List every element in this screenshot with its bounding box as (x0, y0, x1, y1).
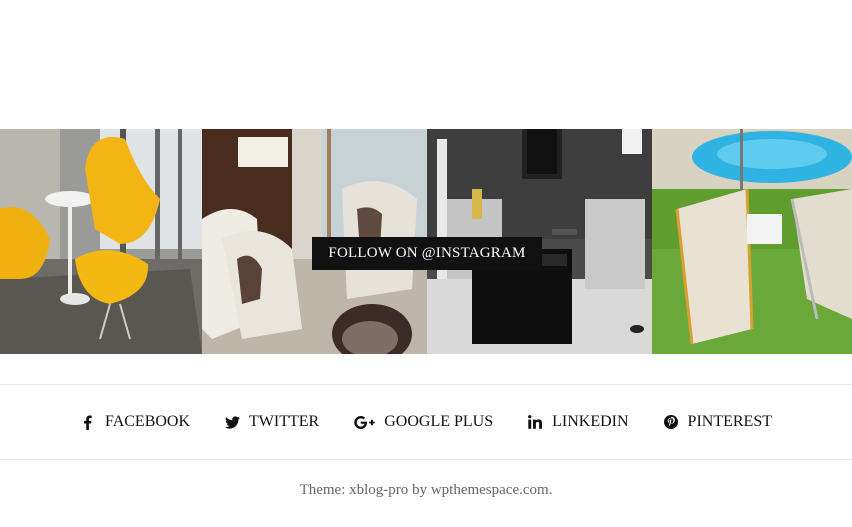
instagram-feed: FOLLOW ON @INSTAGRAM (0, 129, 852, 354)
facebook-label: FACEBOOK (104, 413, 191, 430)
instagram-photo-yellow-chairs[interactable] (0, 129, 202, 354)
twitter-label: TWITTER (249, 413, 320, 430)
pinterest-label: PINTEREST (687, 413, 772, 430)
theme-name-link[interactable]: xblog-pro (349, 482, 408, 498)
instagram-photo-pool-chairs[interactable] (652, 129, 852, 354)
pinterest-icon (663, 414, 679, 430)
facebook-icon (80, 414, 96, 430)
pool-deckchairs-image (652, 129, 852, 354)
footer-credit: Theme: xblog-pro by wpthemespace.com. (0, 482, 852, 499)
google-plus-link[interactable]: GOOGLE PLUS (353, 413, 493, 431)
linkedin-icon (527, 414, 543, 430)
google-plus-label: GOOGLE PLUS (384, 413, 494, 430)
footer-by: by (408, 482, 431, 498)
facebook-link[interactable]: FACEBOOK (80, 413, 190, 431)
yellow-chairs-image (0, 129, 202, 354)
follow-on-instagram-button[interactable]: FOLLOW ON @INSTAGRAM (312, 237, 542, 270)
pinterest-link[interactable]: PINTEREST (663, 413, 772, 431)
footer-prefix: Theme: (299, 482, 350, 498)
footer-suffix: . (548, 482, 553, 498)
linkedin-link[interactable]: LINKEDIN (527, 413, 629, 431)
author-link[interactable]: wpthemespace.com (431, 482, 549, 498)
social-links-bar: FACEBOOK TWITTER GOOGLE PLUS LINKEDIN PI… (0, 384, 852, 460)
twitter-link[interactable]: TWITTER (224, 413, 319, 431)
linkedin-label: LINKEDIN (552, 413, 629, 430)
top-whitespace (0, 0, 852, 129)
twitter-icon (224, 414, 240, 430)
google-plus-icon (353, 414, 375, 430)
